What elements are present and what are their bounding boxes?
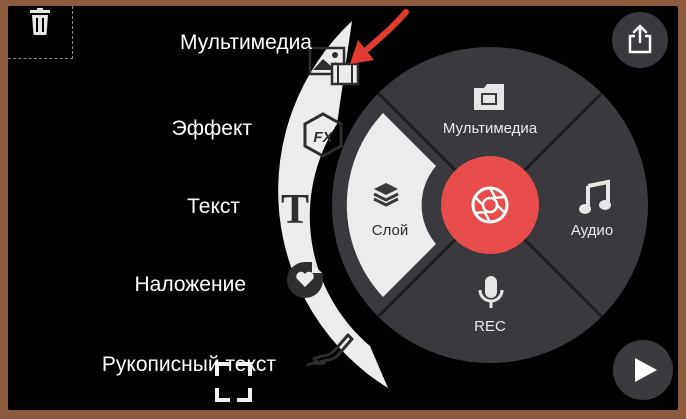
radial-wheel: FX T [215, 9, 648, 402]
text-t-icon[interactable]: T [281, 187, 309, 233]
wheel-media-button[interactable]: Мультимедиа [438, 120, 542, 137]
photo-frame: FX T Мультимедиа Эффект Текст Наложение … [0, 0, 686, 419]
app-screen: FX T Мультимедиа Эффект Текст Наложение … [8, 6, 678, 410]
wheel-layer-label: Слой [371, 222, 409, 239]
svg-text:FX: FX [313, 129, 333, 146]
side-item-label: Мультимедиа [180, 31, 312, 54]
side-item-label: Рукописный текст [101, 353, 276, 376]
wheel-audio-button[interactable]: Аудио [560, 222, 624, 239]
svg-text:T: T [281, 187, 309, 233]
side-item-overlay[interactable]: Наложение [134, 273, 246, 297]
side-item-text[interactable]: Текст [187, 195, 240, 219]
side-item-handwriting[interactable]: Рукописный текст [102, 353, 276, 377]
wheel-rec-label: REC [474, 318, 506, 335]
side-item-label: Текст [187, 195, 240, 218]
side-item-effect[interactable]: Эффект [172, 117, 252, 141]
wheel-rec-button[interactable]: REC [464, 318, 516, 335]
wheel-media-label: Мультимедиа [442, 120, 538, 137]
pointer-arrow [350, 9, 409, 64]
wheel-audio-label: Аудио [570, 222, 614, 239]
record-button[interactable] [441, 156, 539, 254]
wheel-layer-button[interactable]: Слой [364, 222, 416, 239]
side-item-label: Эффект [171, 117, 252, 140]
side-item-label: Наложение [134, 273, 246, 296]
side-item-media[interactable]: Мультимедиа [180, 31, 312, 55]
